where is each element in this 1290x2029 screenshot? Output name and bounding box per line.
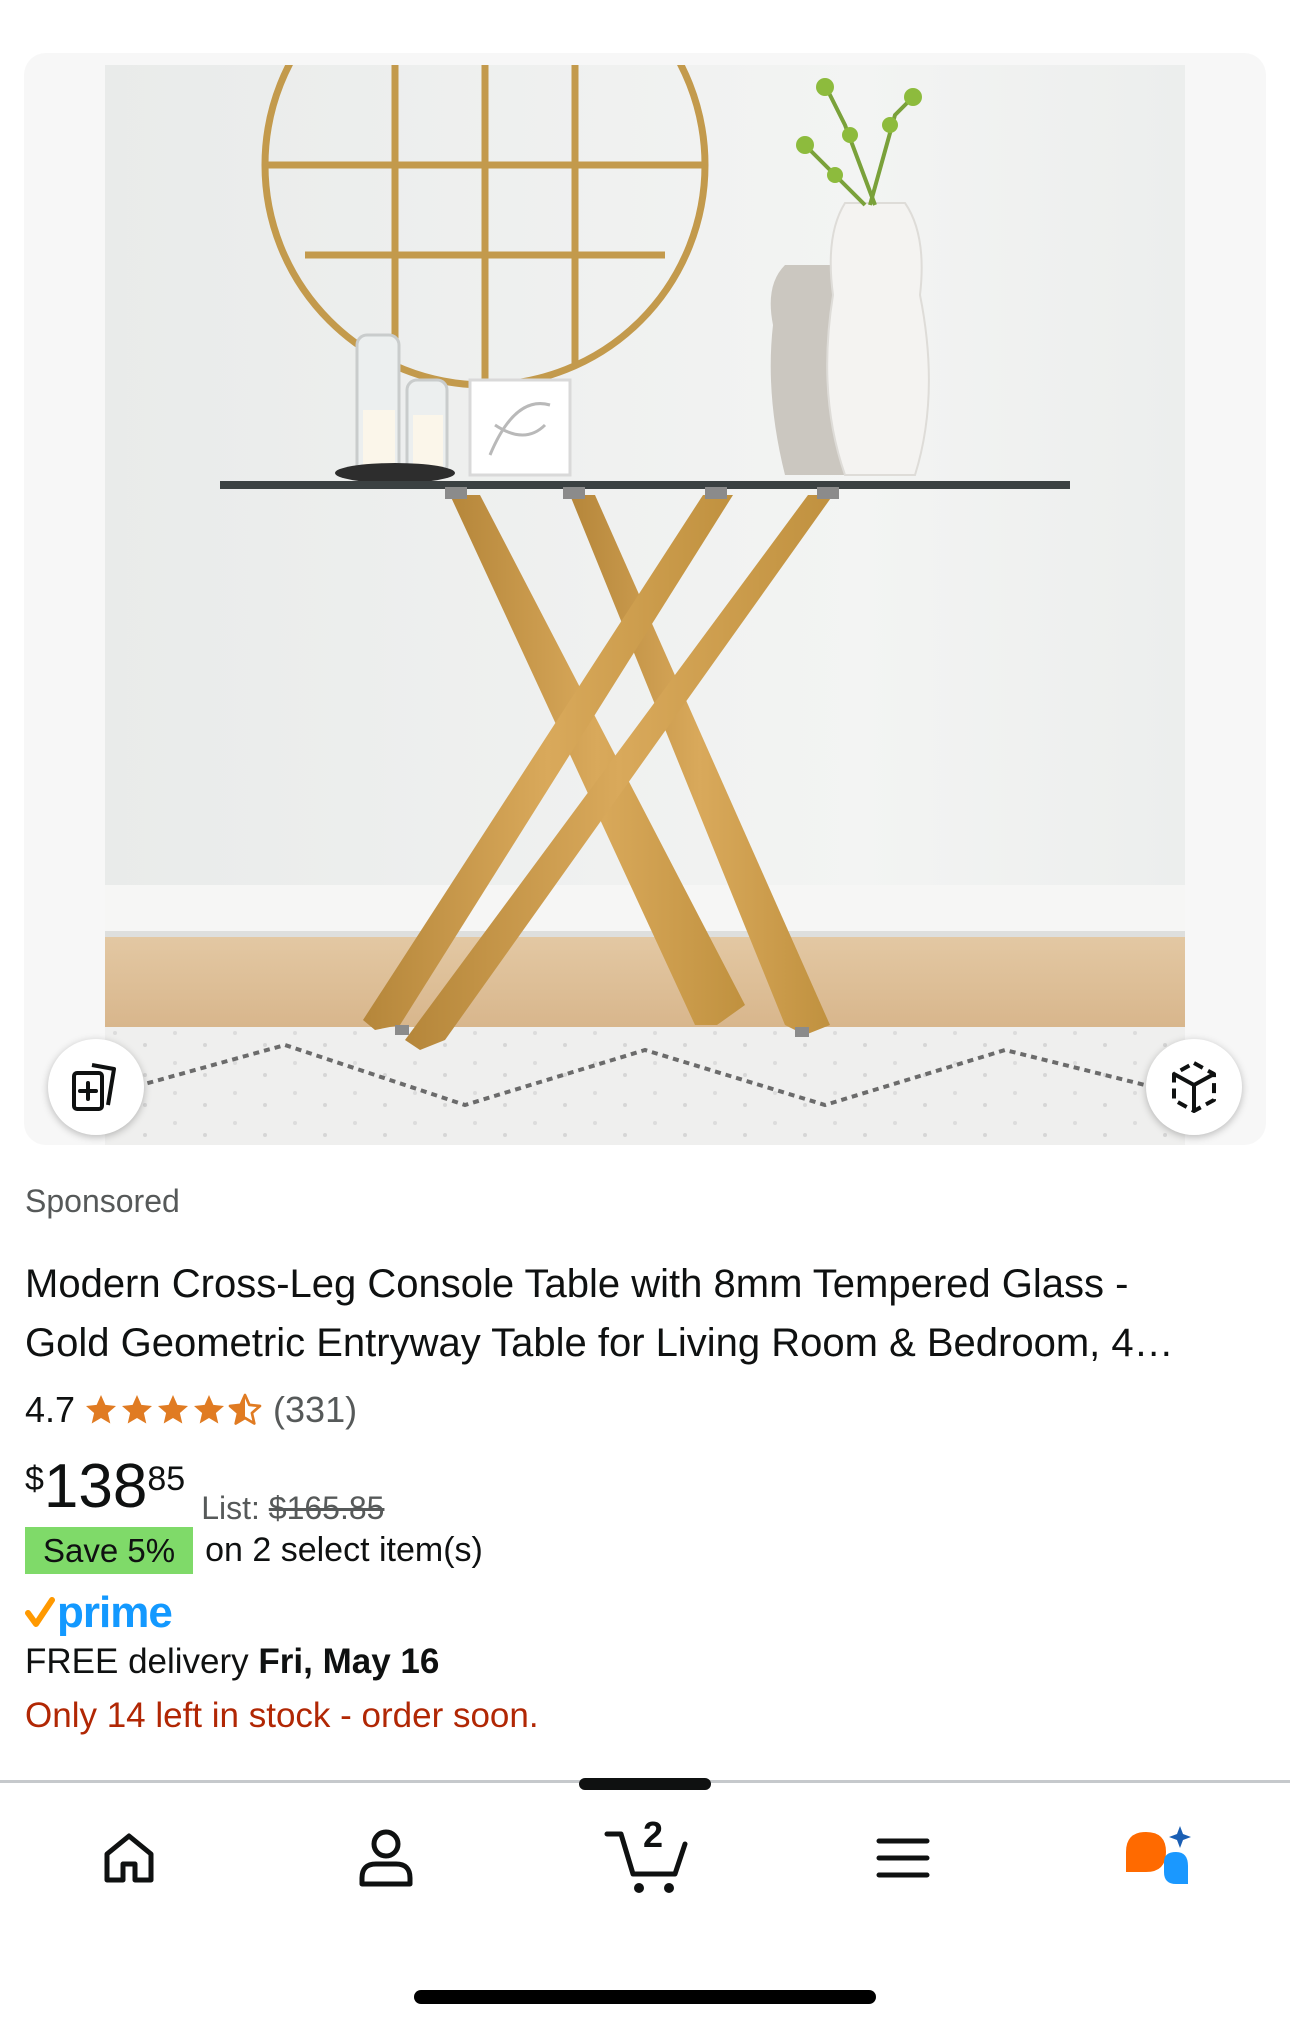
delivery-prefix: FREE delivery xyxy=(25,1642,249,1681)
active-tab-indicator xyxy=(579,1778,711,1790)
price-currency: $ xyxy=(25,1460,44,1498)
product-photo[interactable] xyxy=(105,65,1185,1145)
sponsored-label: Sponsored xyxy=(25,1183,180,1219)
half-star-icon xyxy=(228,1393,262,1425)
star-icon xyxy=(122,1395,153,1424)
home-indicator xyxy=(414,1990,876,2004)
view-in-3d-button[interactable] xyxy=(1146,1039,1242,1135)
nav-rufus-assistant[interactable] xyxy=(1103,1818,1213,1898)
product-title[interactable]: Modern Cross-Leg Console Table with 8mm … xyxy=(25,1255,1270,1373)
product-image-card[interactable] xyxy=(24,53,1266,1145)
star-icon xyxy=(158,1395,189,1424)
rating-row[interactable]: 4.7 (331) xyxy=(25,1386,357,1434)
price-row: $ 138 85 List: $165.85 xyxy=(25,1452,384,1532)
nav-cart[interactable]: 2 xyxy=(592,1814,702,1898)
save-text[interactable]: on 2 select item(s) xyxy=(205,1531,483,1570)
list-price-label: List: xyxy=(201,1490,260,1526)
product-title-line-2[interactable]: Gold Geometric Entryway Table for Living… xyxy=(25,1314,1270,1373)
view-in-3d-icon xyxy=(1172,1061,1216,1113)
save-badge: Save 5% xyxy=(25,1527,194,1574)
prime-label: prime xyxy=(57,1588,173,1637)
nav-home[interactable] xyxy=(74,1818,184,1898)
nav-account[interactable] xyxy=(331,1818,441,1898)
save-row[interactable]: Save 5% on 2 select item(s) xyxy=(25,1527,483,1574)
nav-menu[interactable] xyxy=(848,1818,958,1898)
list-price: List: $165.85 xyxy=(201,1490,384,1527)
star-icon xyxy=(86,1395,117,1424)
review-count[interactable]: (331) xyxy=(273,1389,357,1431)
compare-button[interactable] xyxy=(48,1039,144,1135)
product-title-line-1[interactable]: Modern Cross-Leg Console Table with 8mm … xyxy=(25,1255,1270,1314)
rating-value: 4.7 xyxy=(25,1389,76,1430)
cart-count-badge: 2 xyxy=(642,1814,664,1855)
hamburger-menu-icon xyxy=(876,1838,930,1878)
list-price-value: $165.85 xyxy=(268,1490,385,1526)
delivery-info: FREE delivery Fri, May 16 xyxy=(25,1640,439,1684)
price-fraction: 85 xyxy=(147,1460,186,1498)
compare-icon xyxy=(72,1063,116,1111)
person-icon xyxy=(359,1829,413,1887)
price-whole: 138 xyxy=(43,1452,148,1521)
rufus-ai-icon xyxy=(1126,1826,1191,1884)
delivery-date: Fri, May 16 xyxy=(258,1642,440,1681)
prime-badge: prime xyxy=(25,1588,173,1638)
stock-warning: Only 14 left in stock - order soon. xyxy=(25,1696,539,1735)
prime-check-icon xyxy=(25,1597,55,1627)
star-icon xyxy=(194,1395,225,1424)
star-rating xyxy=(83,1392,263,1428)
home-icon xyxy=(104,1833,154,1883)
